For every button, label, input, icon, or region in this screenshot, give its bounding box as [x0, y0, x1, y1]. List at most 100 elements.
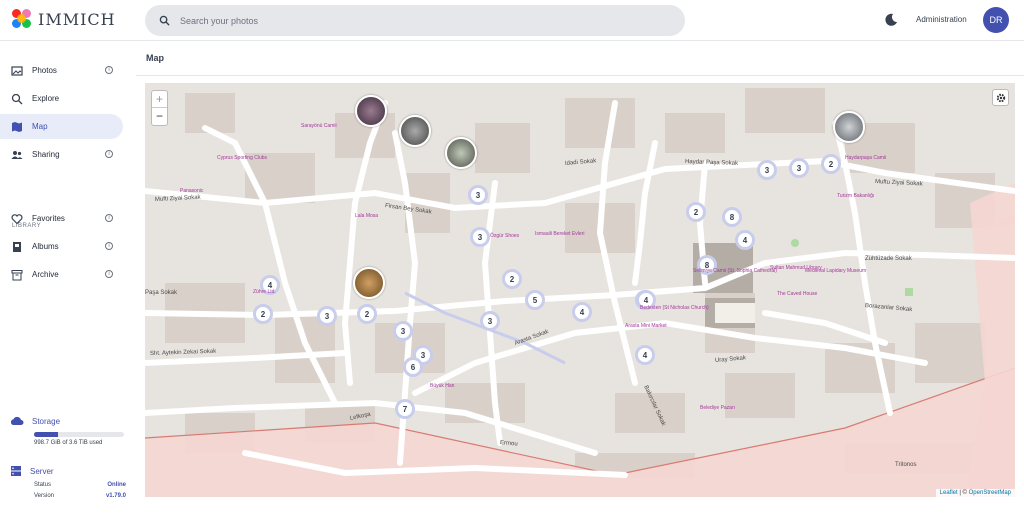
info-icon[interactable]: i: [105, 150, 113, 158]
zoom-controls: + −: [151, 90, 168, 126]
sidebar-item-photos[interactable]: Photos i: [0, 58, 123, 83]
page-title: Map: [146, 53, 164, 63]
sidebar-item-label: Favorites: [32, 214, 65, 223]
server-status-key: Status: [34, 482, 52, 488]
sidebar-item-archive[interactable]: Archive i: [0, 262, 123, 287]
storage-bar: [34, 432, 124, 437]
openstreetmap-link[interactable]: OpenStreetMap: [969, 490, 1011, 496]
sidebar-item-favorites[interactable]: Favorites i: [0, 206, 123, 231]
albums-icon: [10, 240, 23, 253]
storage-usage: 998.7 GiB of 3.6 TiB used: [34, 440, 103, 446]
archive-icon: [10, 268, 23, 281]
map-settings-button[interactable]: [992, 89, 1009, 106]
photo-cluster-marker[interactable]: 4: [735, 230, 755, 250]
photo-cluster-marker[interactable]: 3: [480, 311, 500, 331]
sidebar-item-label: Archive: [32, 270, 59, 279]
gear-icon: [996, 93, 1005, 102]
map-container[interactable]: + − 423233673325344448284332 Haydar Paşa…: [145, 83, 1015, 497]
photo-thumbnail-marker[interactable]: [445, 137, 477, 169]
photo-cluster-marker[interactable]: 2: [821, 154, 841, 174]
poi-label[interactable]: The Caved House: [777, 291, 817, 297]
server-status-value: Online: [107, 482, 126, 488]
search-bar[interactable]: [145, 5, 685, 36]
street-label: Zühtüzade Sokak: [865, 256, 912, 262]
poi-label[interactable]: Cyprus Sporting Clubs: [217, 155, 267, 161]
photo-cluster-marker[interactable]: 2: [253, 304, 273, 324]
photo-thumbnail-marker[interactable]: [355, 95, 387, 127]
info-icon[interactable]: i: [105, 270, 113, 278]
photo-cluster-marker[interactable]: 4: [635, 345, 655, 365]
sidebar-item-label: Explore: [32, 94, 60, 103]
photo-cluster-marker[interactable]: 8: [722, 207, 742, 227]
administration-link[interactable]: Administration: [916, 15, 967, 24]
street-label: Tritonos: [895, 462, 917, 468]
photo-thumbnail-marker[interactable]: [353, 267, 385, 299]
search-icon: [10, 92, 23, 105]
app-name: IMMICH: [38, 9, 116, 29]
photo-thumbnail-marker[interactable]: [833, 111, 865, 143]
photo-cluster-marker[interactable]: 7: [395, 399, 415, 419]
photo-cluster-marker[interactable]: 2: [357, 304, 377, 324]
poi-label[interactable]: Büyük Han: [430, 383, 454, 389]
photo-thumbnail-marker[interactable]: [399, 115, 431, 147]
sidebar-item-label: Map: [32, 122, 48, 131]
sidebar-item-explore[interactable]: Explore: [0, 86, 123, 111]
map-attribution: Leaflet | © OpenStreetMap: [935, 489, 1015, 497]
poi-label[interactable]: Medieval Lapidary Museum: [805, 268, 866, 274]
theme-toggle-moon-icon[interactable]: [884, 13, 898, 27]
photo-cluster-marker[interactable]: 3: [757, 160, 777, 180]
poi-label[interactable]: Sarayönü Camii: [301, 123, 337, 129]
poi-label[interactable]: Haydarpaşa Camii: [845, 155, 886, 161]
photo-cluster-marker[interactable]: 5: [525, 290, 545, 310]
poi-label[interactable]: Lala Mosa: [355, 213, 378, 219]
poi-label[interactable]: Selimiye Camii (St. Sophia Cathedral): [693, 268, 777, 274]
photos-icon: [10, 64, 23, 77]
poi-label[interactable]: Panasonic: [180, 188, 203, 194]
poi-label[interactable]: Belediye Pazarı: [700, 405, 735, 411]
sidebar: Photos i Explore Map Sharing i LIBRARY F…: [0, 41, 136, 515]
server-panel: Server Status Online Version v1.79.0: [10, 465, 126, 499]
user-avatar[interactable]: DR: [983, 7, 1009, 33]
photo-cluster-marker[interactable]: 3: [470, 227, 490, 247]
info-icon[interactable]: i: [105, 242, 113, 250]
photo-cluster-marker[interactable]: 3: [317, 306, 337, 326]
street-label: Paşa Sokak: [145, 290, 178, 296]
immich-logo-icon: [12, 9, 32, 29]
storage-panel: Storage 998.7 GiB of 3.6 TiB used: [10, 416, 126, 446]
poi-label[interactable]: Özgür Shoes: [490, 233, 519, 239]
sidebar-item-label: Photos: [32, 66, 57, 75]
photo-cluster-marker[interactable]: 3: [468, 185, 488, 205]
photo-cluster-marker[interactable]: 2: [502, 269, 522, 289]
poi-label[interactable]: Arasta Mini Market: [625, 323, 667, 329]
cloud-icon: [10, 416, 24, 425]
zoom-out-button[interactable]: −: [152, 108, 167, 125]
leaflet-link[interactable]: Leaflet: [940, 490, 958, 496]
sidebar-item-albums[interactable]: Albums i: [0, 234, 123, 259]
info-icon[interactable]: i: [105, 214, 113, 222]
storage-bar-fill: [34, 432, 59, 437]
sidebar-item-sharing[interactable]: Sharing i: [0, 142, 123, 167]
poi-label[interactable]: Bedesten (St Nicholas Church): [640, 305, 709, 311]
heart-icon: [10, 212, 23, 225]
sidebar-item-label: Albums: [32, 242, 59, 251]
poi-label[interactable]: Zühre Ltd.: [253, 289, 276, 295]
app-logo[interactable]: IMMICH: [12, 9, 116, 29]
photo-cluster-marker[interactable]: 2: [686, 202, 706, 222]
info-icon[interactable]: i: [105, 66, 113, 74]
poi-label[interactable]: Turizm Bakanlığı: [837, 193, 874, 199]
poi-label[interactable]: Ismaaili Bereket Evleri: [535, 231, 584, 237]
sidebar-item-label: Sharing: [32, 150, 60, 159]
top-bar: IMMICH Administration DR: [0, 0, 1024, 41]
search-input[interactable]: [180, 15, 580, 26]
search-icon: [159, 15, 170, 26]
photo-cluster-marker[interactable]: 4: [572, 302, 592, 322]
zoom-in-button[interactable]: +: [152, 91, 167, 108]
photo-cluster-marker[interactable]: 3: [393, 321, 413, 341]
server-version-key: Version: [34, 493, 55, 499]
storage-label: Storage: [32, 416, 61, 426]
photo-cluster-marker[interactable]: 6: [403, 357, 423, 377]
photo-cluster-marker[interactable]: 3: [789, 158, 809, 178]
attribution-separator: | ©: [957, 490, 969, 496]
server-version-value: v1.79.0: [105, 493, 126, 499]
sidebar-item-map[interactable]: Map: [0, 114, 123, 139]
